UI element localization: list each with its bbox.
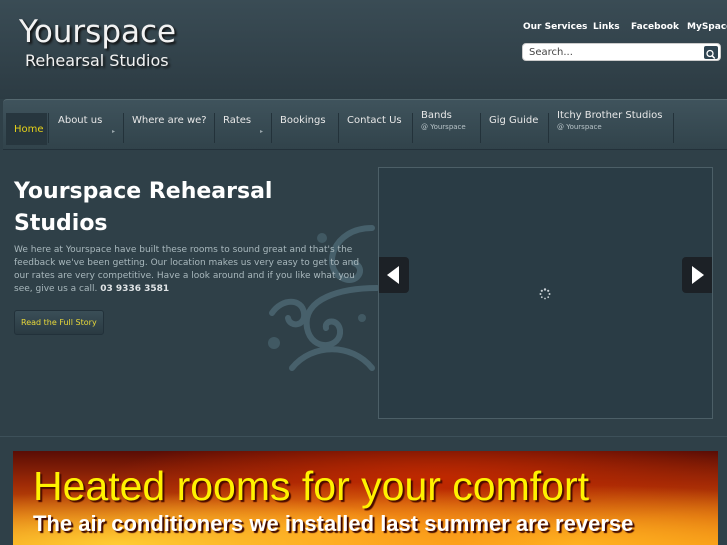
image-slider [378, 167, 713, 419]
nav-item-label: About us [58, 115, 103, 126]
nav-item-label: Itchy Brother Studios [557, 110, 663, 121]
spinner-icon [539, 288, 551, 300]
nav-item-bookings[interactable]: Bookings [280, 115, 326, 145]
nav-divider [412, 113, 413, 143]
promo-banner[interactable]: Heated rooms for your comfort The air co… [13, 451, 718, 545]
nav-item-about-us[interactable]: About us [58, 115, 102, 145]
nav-divider [271, 113, 272, 143]
nav-item-gig-guide[interactable]: Gig Guide [489, 115, 538, 145]
nav-item-label: Rates [223, 115, 252, 126]
top-link-links[interactable]: Links [593, 22, 620, 32]
nav-item-where-are-we[interactable]: Where are we? [132, 115, 207, 145]
nav-item-itchy-brother-studios[interactable]: Itchy Brother Studios @ Yourspace [557, 110, 662, 140]
top-link-facebook[interactable]: Facebook [631, 22, 679, 32]
banner-title: Heated rooms for your comfort [33, 463, 589, 509]
swirl-ornament-icon [268, 225, 380, 371]
search-box [522, 43, 721, 61]
search-icon [706, 49, 716, 60]
site-logo-subtitle: Rehearsal Studios [25, 51, 169, 70]
nav-item-home-label: Home [14, 124, 44, 135]
hero-description: We here at Yourspace have built these ro… [14, 244, 369, 296]
search-button[interactable] [704, 46, 718, 60]
nav-item-label: Contact Us [347, 115, 402, 126]
nav-divider [123, 113, 124, 143]
site-logo-title[interactable]: Yourspace [19, 14, 176, 50]
nav-item-sublabel: @ Yourspace [557, 123, 602, 131]
dropdown-arrow-icon: ▸ [260, 128, 264, 135]
header: Yourspace Rehearsal Studios Our Services… [0, 0, 727, 99]
top-link-our-services[interactable]: Our Services [523, 22, 587, 32]
nav-item-label: Bands [421, 110, 452, 121]
slider-prev-button[interactable] [379, 257, 409, 293]
nav-divider [338, 113, 339, 143]
nav-item-label: Bookings [280, 115, 326, 126]
search-input[interactable] [529, 46, 699, 59]
nav-item-contact-us[interactable]: Contact Us [347, 115, 402, 145]
top-link-myspace[interactable]: MySpace [687, 22, 727, 32]
nav-divider [548, 113, 549, 143]
read-full-story-label: Read the Full Story [21, 318, 97, 327]
hero-title: Yourspace Rehearsal Studios [14, 179, 273, 236]
top-links: Our Services Links Facebook MySpace [520, 22, 727, 36]
hero-description-text: We here at Yourspace have built these ro… [14, 245, 360, 294]
nav-divider [480, 113, 481, 143]
nav-item-bands[interactable]: Bands @ Yourspace [421, 110, 466, 140]
nav-item-label: Gig Guide [489, 115, 539, 126]
triangle-left-icon [387, 266, 399, 284]
nav-divider [673, 113, 674, 143]
nav-item-label: Where are we? [132, 115, 207, 126]
nav-divider [214, 113, 215, 143]
slider-next-button[interactable] [682, 257, 712, 293]
nav-item-home[interactable]: Home [6, 113, 47, 145]
triangle-right-icon [692, 266, 704, 284]
read-full-story-button[interactable]: Read the Full Story [14, 310, 104, 335]
nav-item-rates[interactable]: Rates [223, 115, 251, 145]
main-nav: Home About us ▸ Where are we? Rates ▸ Bo… [3, 99, 727, 150]
banner-text: The air conditioners we installed last s… [33, 511, 634, 536]
nav-item-sublabel: @ Yourspace [421, 123, 466, 131]
hero-phone: 03 9336 3581 [100, 284, 170, 294]
dropdown-arrow-icon: ▸ [112, 128, 116, 135]
nav-divider [48, 113, 49, 143]
section-divider [0, 436, 727, 437]
